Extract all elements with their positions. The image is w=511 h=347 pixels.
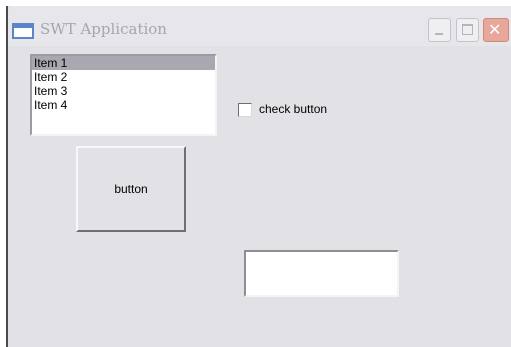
list-item[interactable]: Item 4 [32, 98, 215, 112]
check-button-label[interactable]: check button [259, 102, 327, 116]
text-field[interactable] [244, 250, 399, 297]
close-button[interactable]: ✕ [483, 18, 509, 42]
item-list[interactable]: Item 1 Item 2 Item 3 Item 4 [30, 54, 217, 136]
list-item[interactable]: Item 1 [32, 56, 215, 70]
close-icon: ✕ [488, 20, 502, 39]
minimize-button[interactable] [428, 18, 451, 42]
maximize-icon [462, 24, 473, 35]
minimize-icon [435, 33, 443, 35]
list-item[interactable]: Item 2 [32, 70, 215, 84]
check-button-box[interactable] [238, 103, 252, 117]
title-bar[interactable]: SWT Application ✕ [8, 6, 511, 46]
push-button[interactable]: button [76, 146, 186, 232]
window-title: SWT Application [40, 20, 167, 38]
push-button-label: button [114, 182, 148, 196]
app-window-icon [12, 23, 34, 39]
list-item[interactable]: Item 3 [32, 84, 215, 98]
maximize-button[interactable] [456, 18, 479, 42]
